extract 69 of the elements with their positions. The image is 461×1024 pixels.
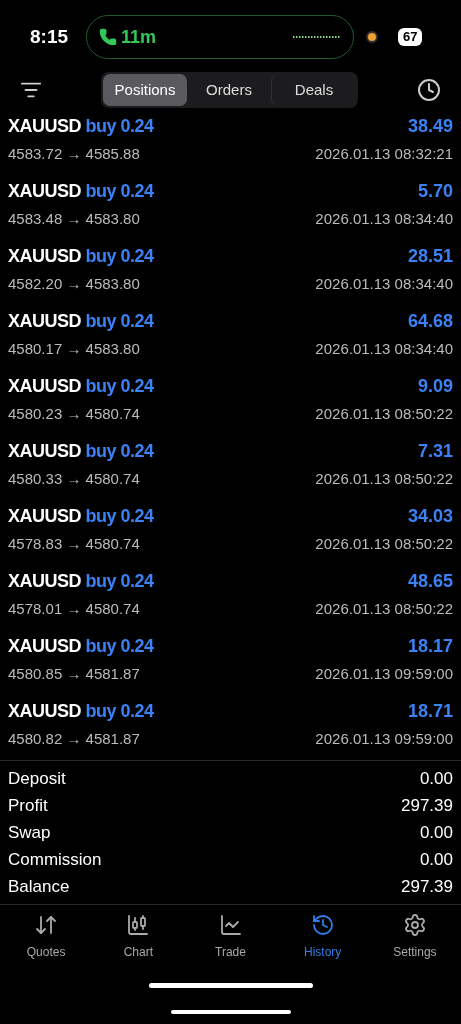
- deal-prices: 4583.72 → 4585.88: [8, 143, 140, 164]
- waveform-icon: [293, 35, 341, 39]
- deal-profit: 38.49: [407, 115, 453, 138]
- segment-tab[interactable]: Orders: [187, 74, 271, 106]
- nav-tab[interactable]: Trade: [184, 913, 277, 961]
- deal-time: 2026.01.13 09:59:00: [315, 728, 453, 749]
- deal-profit: 7.31: [417, 440, 453, 463]
- summary-label: Deposit: [8, 767, 66, 790]
- summary-label: Swap: [8, 821, 51, 844]
- nav-tab[interactable]: Chart: [92, 913, 185, 961]
- deal-time: 2026.01.13 08:34:40: [315, 338, 453, 359]
- deal-title: XAUUSD buy 0.24: [8, 180, 154, 203]
- summary-label: Balance: [8, 875, 70, 898]
- history-icon: [310, 913, 335, 937]
- deal-profit: 5.70: [417, 180, 453, 203]
- deal-prices: 4580.23 → 4580.74: [8, 403, 140, 424]
- deal-title: XAUUSD buy 0.24: [8, 375, 154, 398]
- deal-title: XAUUSD buy 0.24: [8, 700, 154, 723]
- battery-indicator: 67: [398, 28, 423, 46]
- summary-label: Commission: [8, 848, 102, 871]
- nav-tab[interactable]: Quotes: [0, 913, 93, 961]
- deal-time: 2026.01.13 08:34:40: [315, 273, 453, 294]
- deal-profit: 18.17: [407, 635, 453, 658]
- deal-title: XAUUSD buy 0.24: [8, 570, 154, 593]
- deal-prices: 4578.01 → 4580.74: [8, 598, 140, 619]
- deal-time: 2026.01.13 08:34:40: [315, 208, 453, 229]
- deal-time: 2026.01.13 09:59:00: [315, 663, 453, 684]
- deal-time: 2026.01.13 08:50:22: [315, 403, 453, 424]
- deal-prices: 4580.17 → 4583.80: [8, 338, 140, 359]
- deal-prices: 4583.48 → 4583.80: [8, 208, 140, 229]
- summary-value: 297.39: [401, 875, 453, 898]
- nav-tab[interactable]: History: [276, 913, 369, 961]
- deal-profit: 64.68: [407, 310, 453, 333]
- deal-profit: 34.03: [407, 505, 453, 528]
- clock-time: 8:15: [29, 24, 69, 49]
- summary-value: 0.00: [419, 848, 453, 871]
- segment-tab[interactable]: Positions: [103, 74, 187, 106]
- deal-title: XAUUSD buy 0.24: [8, 505, 154, 528]
- deal-title: XAUUSD buy 0.24: [8, 245, 154, 268]
- deal-prices: 4580.85 → 4581.87: [8, 663, 140, 684]
- deal-title: XAUUSD buy 0.24: [8, 440, 154, 463]
- summary-value: 297.39: [401, 794, 453, 817]
- segment-tab[interactable]: Deals: [271, 74, 356, 106]
- deal-profit: 48.65: [407, 570, 453, 593]
- deal-time: 2026.01.13 08:32:21: [315, 143, 453, 164]
- call-duration: 11m: [121, 25, 157, 49]
- deal-title: XAUUSD buy 0.24: [8, 635, 154, 658]
- settings-icon: [402, 913, 427, 937]
- deal-title: XAUUSD buy 0.24: [8, 310, 154, 333]
- line-chart-icon: [218, 913, 243, 937]
- phone-icon: [99, 28, 117, 46]
- arrows-icon: [34, 913, 59, 937]
- deal-profit: 28.51: [407, 245, 453, 268]
- history-clock-icon[interactable]: [417, 78, 441, 102]
- summary-label: Profit: [8, 794, 48, 817]
- deal-time: 2026.01.13 08:50:22: [315, 598, 453, 619]
- summary-value: 0.00: [419, 767, 453, 790]
- deal-time: 2026.01.13 08:50:22: [315, 468, 453, 489]
- deal-prices: 4582.20 → 4583.80: [8, 273, 140, 294]
- deal-prices: 4580.82 → 4581.87: [8, 728, 140, 749]
- deal-profit: 18.71: [407, 700, 453, 723]
- deal-time: 2026.01.13 08:50:22: [315, 533, 453, 554]
- deal-profit: 9.09: [417, 375, 453, 398]
- deal-title: XAUUSD buy 0.24: [8, 115, 154, 138]
- summary-value: 0.00: [419, 821, 453, 844]
- deal-prices: 4578.83 → 4580.74: [8, 533, 140, 554]
- nav-tab[interactable]: Settings: [368, 913, 461, 961]
- deal-prices: 4580.33 → 4580.74: [8, 468, 140, 489]
- candlestick-icon: [126, 913, 151, 937]
